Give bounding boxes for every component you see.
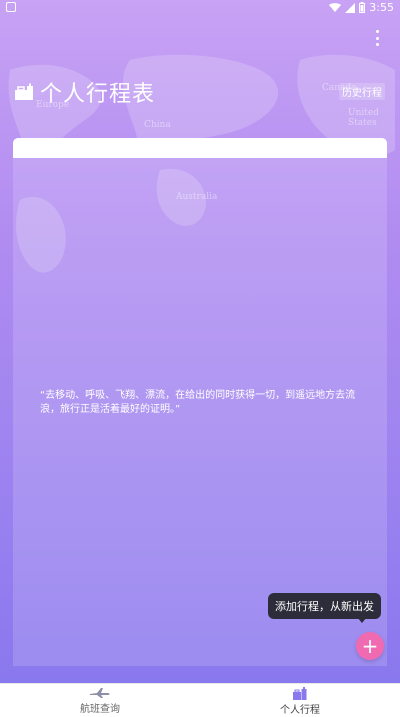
status-icons: 3:55 <box>329 1 394 14</box>
nav-label-flight-search: 航班查询 <box>80 704 120 715</box>
map-label-china: China <box>144 120 171 130</box>
luggage-icon <box>293 686 307 700</box>
add-trip-button[interactable]: + <box>356 632 384 660</box>
battery-icon <box>359 2 366 13</box>
tooltip-arrow <box>357 617 367 623</box>
itinerary-card-header <box>13 138 387 158</box>
overflow-menu-icon[interactable] <box>374 30 380 46</box>
nav-tab-flight-search[interactable]: 航班查询 <box>0 684 200 717</box>
page-title: 个人行程表 <box>40 82 156 107</box>
travel-quote: “去移动、呼吸、飞翔、漂流，在给出的同时获得一切，到遥远地方去流浪，旅行正是活着… <box>40 390 356 415</box>
luggage-icon <box>15 83 33 100</box>
history-trips-button[interactable]: 历史行程 <box>339 83 385 100</box>
status-bar: 3:55 <box>0 0 400 16</box>
signal-icon <box>345 2 356 13</box>
notification-icon <box>6 2 16 12</box>
bottom-navigation: 航班查询 个人行程 <box>0 683 400 717</box>
add-trip-tooltip: 添加行程，从新出发 <box>268 593 381 619</box>
airplane-icon <box>90 688 110 698</box>
page-header: 个人行程表 <box>14 76 155 108</box>
map-label-united-states: United States <box>348 108 379 128</box>
nav-label-my-trips: 个人行程 <box>280 704 320 716</box>
wifi-icon <box>329 2 342 12</box>
nav-tab-my-trips[interactable]: 个人行程 <box>200 684 400 717</box>
status-time: 3:55 <box>369 1 394 14</box>
